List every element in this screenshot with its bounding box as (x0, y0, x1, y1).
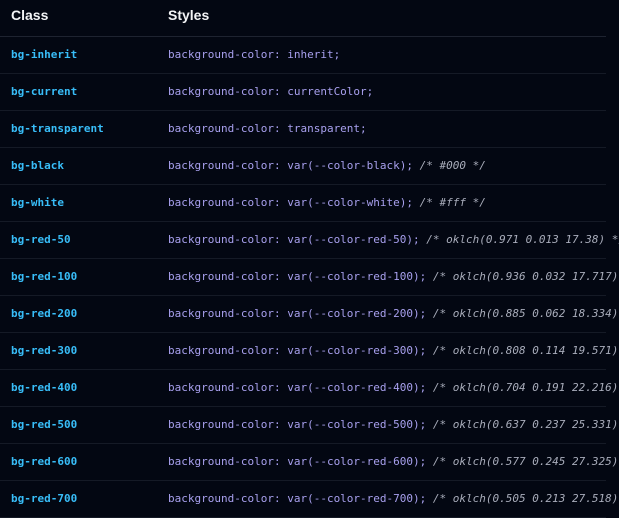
table-row: bg-red-400 background-color: var(--color-… (0, 370, 618, 407)
table-header: Class Styles (0, 0, 606, 37)
table-row: bg-red-500 background-color: var(--color-… (0, 407, 618, 444)
css-comment: /* #fff */ (413, 196, 486, 209)
css-comment: /* oklch(0.936 0.032 17.717) */ (426, 270, 619, 283)
class-name-cell: bg-current (11, 85, 78, 98)
css-declaration: background-color: var(--color-red-600); (168, 455, 427, 468)
styles-cell: background-color: var(--color-black); /*… (168, 159, 486, 172)
styles-cell: background-color: inherit; (168, 48, 340, 61)
styles-cell: background-color: var(--color-red-100); … (168, 270, 619, 283)
table-row: bg-black background-color: var(--color-bl… (0, 148, 606, 185)
css-declaration: background-color: inherit; (168, 48, 341, 61)
styles-cell: background-color: var(--color-red-600); … (168, 455, 619, 468)
styles-cell: background-color: var(--color-red-200); … (168, 307, 619, 320)
css-comment: /* oklch(0.505 0.213 27.518) */ (426, 492, 619, 505)
table-body: bg-inherit background-color: inherit; bg-c… (0, 37, 619, 518)
css-comment: /* oklch(0.808 0.114 19.571) */ (426, 344, 619, 357)
styles-cell: background-color: var(--color-red-300); … (168, 344, 619, 357)
styles-cell: background-color: var(--color-white); /*… (168, 196, 486, 209)
utility-class-table: Class Styles bg-inherit background-color:… (0, 0, 619, 518)
css-comment: /* oklch(0.577 0.245 27.325) */ (426, 455, 619, 468)
table-row: bg-current background-color: currentColor… (0, 74, 606, 111)
class-name-cell: bg-transparent (11, 122, 104, 135)
styles-cell: background-color: currentColor; (168, 85, 373, 98)
css-comment: /* oklch(0.704 0.191 22.216) */ (426, 381, 619, 394)
table-row: bg-white background-color: var(--color-wh… (0, 185, 606, 222)
class-name-cell: bg-black (11, 159, 64, 172)
table-row: bg-red-300 background-color: var(--color-… (0, 333, 618, 370)
class-name-cell: bg-inherit (11, 48, 78, 61)
css-declaration: background-color: currentColor; (168, 85, 374, 98)
class-column-header: Class (11, 7, 49, 23)
css-declaration: background-color: var(--color-red-500); (168, 418, 427, 431)
css-comment: /* oklch(0.637 0.237 25.331) */ (426, 418, 619, 431)
styles-cell: background-color: var(--color-red-400); … (168, 381, 619, 394)
css-comment: /* #000 */ (413, 159, 486, 172)
table-row: bg-red-600 background-color: var(--color-… (0, 444, 618, 481)
css-declaration: background-color: var(--color-red-300); (168, 344, 427, 357)
css-comment: /* oklch(0.971 0.013 17.38) */ (419, 233, 619, 246)
class-name-cell: bg-red-300 (11, 344, 78, 357)
css-declaration: background-color: var(--color-red-50); (168, 233, 420, 246)
table-row: bg-inherit background-color: inherit; (0, 37, 606, 74)
styles-cell: background-color: transparent; (168, 122, 367, 135)
table-row: bg-red-100 background-color: var(--color-… (0, 259, 618, 296)
class-name-cell: bg-red-100 (11, 270, 78, 283)
class-name-cell: bg-white (11, 196, 64, 209)
class-name-cell: bg-red-200 (11, 307, 78, 320)
css-declaration: background-color: var(--color-white); (168, 196, 414, 209)
class-name-cell: bg-red-400 (11, 381, 78, 394)
class-name-cell: bg-red-700 (11, 492, 78, 505)
styles-cell: background-color: var(--color-red-500); … (168, 418, 619, 431)
css-declaration: background-color: var(--color-red-100); (168, 270, 427, 283)
css-declaration: background-color: var(--color-red-400); (168, 381, 427, 394)
css-declaration: background-color: transparent; (168, 122, 367, 135)
css-declaration: background-color: var(--color-black); (168, 159, 414, 172)
css-declaration: background-color: var(--color-red-200); (168, 307, 427, 320)
styles-cell: background-color: var(--color-red-700); … (168, 492, 619, 505)
class-name-cell: bg-red-50 (11, 233, 71, 246)
class-name-cell: bg-red-500 (11, 418, 78, 431)
table-row: bg-red-50 background-color: var(--color-r… (0, 222, 619, 259)
styles-cell: background-color: var(--color-red-50); /… (168, 233, 619, 246)
css-declaration: background-color: var(--color-red-700); (168, 492, 427, 505)
table-row: bg-transparent background-color: transpar… (0, 111, 606, 148)
class-name-cell: bg-red-600 (11, 455, 78, 468)
styles-column-header: Styles (168, 7, 210, 23)
css-comment: /* oklch(0.885 0.062 18.334) */ (426, 307, 619, 320)
table-row: bg-red-700 background-color: var(--color-… (0, 481, 618, 518)
table-row: bg-red-200 background-color: var(--color-… (0, 296, 618, 333)
